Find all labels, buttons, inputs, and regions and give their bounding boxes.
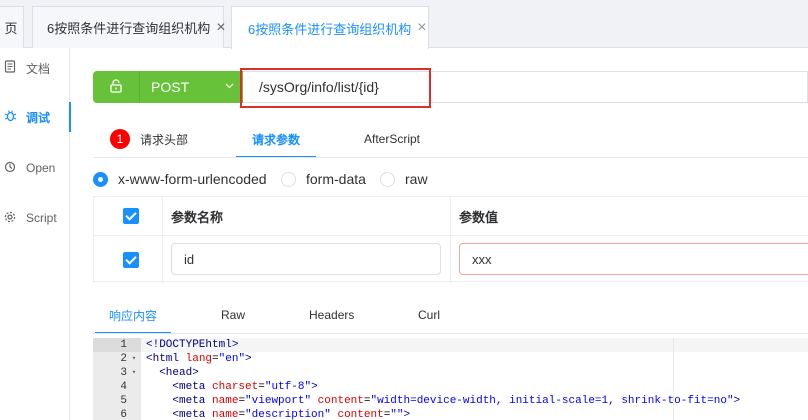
sidebar-item-debug[interactable]: 调试: [0, 102, 71, 132]
unlock-icon: [109, 78, 123, 96]
line-number: 6: [120, 409, 127, 420]
param-value-field: [459, 243, 808, 275]
tabs-divider: [93, 157, 808, 158]
radio-form-data[interactable]: form-data: [281, 170, 366, 188]
fold-toggle-icon[interactable]: ▾: [129, 352, 139, 366]
tab-label: 页: [4, 21, 18, 36]
tab-bar: 页 6按照条件进行查询组织机构 × 6按照条件进行查询组织机构 ×: [0, 0, 808, 49]
column-divider: [162, 197, 163, 283]
code-text: <head>: [159, 367, 199, 379]
lock-button[interactable]: [93, 71, 139, 103]
tab-label: 请求参数: [252, 132, 301, 147]
tab-curl[interactable]: Curl: [418, 296, 440, 334]
radio-label: x-www-form-urlencoded: [118, 171, 267, 187]
column-header-param-value: 参数值: [459, 210, 499, 225]
tab-label: 6按照条件进行查询组织机构: [248, 21, 412, 37]
tabs-divider: [93, 333, 808, 334]
http-method-select[interactable]: POST: [139, 71, 243, 103]
code-line: 1 <!DOCTYPEhtml>: [93, 338, 808, 352]
radio-urlencoded[interactable]: x-www-form-urlencoded: [93, 170, 267, 188]
sidebar-item-label: Open: [26, 161, 56, 175]
sidebar-item-label: 文档: [26, 61, 51, 76]
select-all-checkbox[interactable]: [123, 208, 139, 224]
sidebar: 文档 调试 Open Script: [0, 48, 71, 420]
sidebar-item-docs[interactable]: 文档: [0, 53, 70, 83]
script-icon: [0, 211, 20, 226]
tab-request-headers[interactable]: 1 请求头部: [110, 120, 188, 158]
code-line: 4 <meta charset="utf-8">: [93, 380, 808, 394]
bug-icon: [0, 109, 20, 125]
tab-label: Curl: [418, 308, 441, 322]
code-line: 3 ▾ <head>: [93, 366, 808, 380]
sidebar-item-label: Script: [26, 211, 57, 225]
line-number: 3: [120, 367, 127, 379]
param-name-input[interactable]: [172, 244, 440, 274]
radio-label: raw: [405, 171, 428, 187]
line-number: 4: [120, 381, 127, 393]
tab-headers[interactable]: Headers: [309, 296, 354, 334]
tab-request-params[interactable]: 请求参数: [235, 120, 317, 158]
response-code-editor[interactable]: 1 <!DOCTYPEhtml> 2 ▾ <html lang="en"> 3 ▾ <hea…: [93, 338, 808, 420]
tab-after-script[interactable]: AfterScript: [364, 120, 420, 158]
param-name-field: [171, 243, 441, 275]
params-table: 参数名称 参数值: [93, 196, 808, 283]
close-icon[interactable]: ×: [216, 19, 225, 36]
http-method-value: POST: [151, 79, 190, 95]
count-badge: 1: [110, 129, 130, 149]
tab-label: 6按照条件进行查询组织机构: [47, 21, 211, 36]
sidebar-item-label: 调试: [26, 110, 51, 125]
radio-dot: [281, 171, 296, 187]
url-input-wrapper: [243, 71, 808, 103]
radio-dot: [93, 171, 108, 187]
code-text: <meta name="viewport" content="width=dev…: [172, 395, 741, 407]
tab-label: Headers: [309, 308, 355, 322]
row-checkbox[interactable]: [123, 252, 139, 268]
column-divider: [450, 197, 451, 283]
tab-query-org-1[interactable]: 6按照条件进行查询组织机构 ×: [32, 6, 226, 48]
code-text: <meta charset="utf-8">: [172, 381, 318, 393]
code-line: 5 <meta name="viewport" content="width=d…: [93, 394, 808, 408]
url-input[interactable]: [243, 72, 807, 102]
tab-home[interactable]: 页: [0, 6, 24, 48]
line-number: 5: [120, 395, 127, 407]
line-number: 1: [120, 339, 127, 351]
sidebar-item-script[interactable]: Script: [0, 203, 70, 233]
tab-query-org-2-active[interactable]: 6按照条件进行查询组织机构 ×: [231, 6, 429, 49]
row-divider: [94, 235, 808, 236]
chevron-down-icon: [224, 80, 235, 94]
line-number: 2: [120, 353, 127, 365]
code-text: <meta name="description" content="">: [172, 409, 411, 420]
close-icon[interactable]: ×: [417, 20, 426, 36]
fold-toggle-icon[interactable]: ▾: [129, 366, 139, 380]
column-header-param-name: 参数名称: [171, 210, 224, 225]
tab-label: 请求头部: [140, 132, 189, 147]
code-text: <!DOCTYPEhtml>: [146, 339, 239, 351]
radio-dot: [380, 171, 395, 187]
tab-response-content[interactable]: 响应内容: [94, 296, 172, 334]
tab-label: AfterScript: [364, 132, 421, 146]
sidebar-item-open[interactable]: Open: [0, 153, 70, 183]
tab-raw[interactable]: Raw: [221, 296, 245, 334]
param-value-input[interactable]: [460, 244, 808, 274]
open-icon: [0, 161, 20, 176]
radio-label: form-data: [306, 171, 366, 187]
document-icon: [0, 60, 20, 76]
tab-label: Raw: [221, 308, 246, 322]
code-line: 2 ▾ <html lang="en">: [93, 352, 808, 366]
code-line: 6 <meta name="description" content="">: [93, 408, 808, 420]
tab-label: 响应内容: [109, 308, 158, 323]
code-text: <html lang="en">: [146, 353, 252, 365]
radio-raw[interactable]: raw: [380, 170, 428, 188]
